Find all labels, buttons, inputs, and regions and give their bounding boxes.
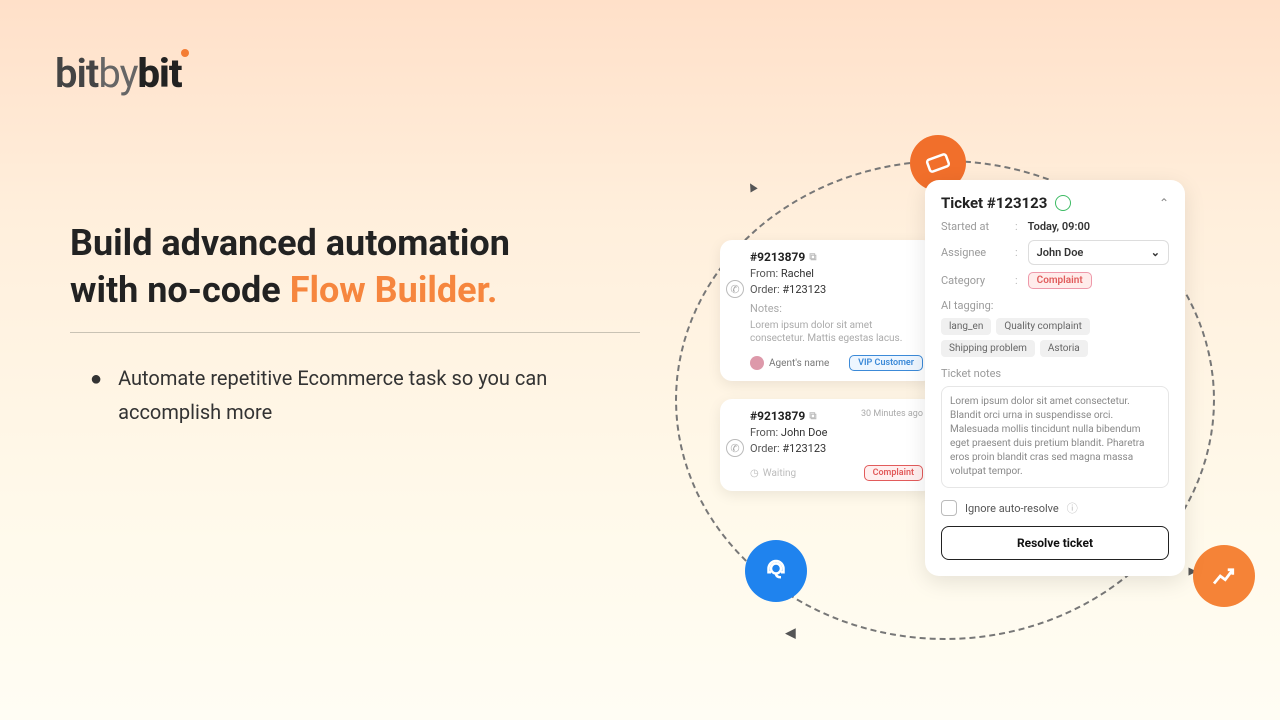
tag[interactable]: Astoria xyxy=(1040,340,1088,357)
hero-bullet: ● Automate repetitive Ecommerce task so … xyxy=(70,361,640,429)
ticket-panel: Ticket #123123 ⌃ Started at:Today, 09:00… xyxy=(925,180,1185,576)
whatsapp-icon: ✆ xyxy=(726,280,744,298)
external-link-icon: ⧉ xyxy=(809,411,816,422)
brand-logo: bitbybit xyxy=(55,50,181,97)
ignore-auto-resolve-checkbox[interactable]: Ignore auto-resolveⓘ xyxy=(941,500,1169,516)
divider xyxy=(70,332,640,333)
chat-card[interactable]: ✆ #9213879⧉ From: Rachel Order: #123123 … xyxy=(720,240,935,381)
timestamp: 30 Minutes ago xyxy=(861,409,923,419)
external-link-icon: ⧉ xyxy=(809,252,816,263)
chevron-down-icon: ⌄ xyxy=(1151,246,1160,259)
growth-icon xyxy=(1193,545,1255,607)
tag[interactable]: Quality complaint xyxy=(996,318,1090,335)
arrow-icon: ▲ xyxy=(742,176,763,198)
resolve-button[interactable]: Resolve ticket xyxy=(941,526,1169,560)
arrow-icon: ▶ xyxy=(785,626,796,642)
collapse-icon[interactable]: ⌃ xyxy=(1159,196,1169,210)
vip-badge: VIP Customer xyxy=(849,355,923,371)
tag[interactable]: Shipping problem xyxy=(941,340,1035,357)
chat-card[interactable]: ✆ 30 Minutes ago #9213879⧉ From: John Do… xyxy=(720,399,935,491)
whatsapp-icon: ✆ xyxy=(726,439,744,457)
smile-icon xyxy=(1055,195,1071,211)
tag[interactable]: lang_en xyxy=(941,318,991,335)
hero-title: Build advanced automation with no-code F… xyxy=(70,220,640,314)
agent-chip: Agent's name xyxy=(750,356,829,370)
category-badge: Complaint xyxy=(1028,272,1092,289)
illustration: ▲ ▲ ▶ ✆ #9213879⧉ From: Rachel Order: #1… xyxy=(665,140,1245,670)
ticket-notes[interactable]: Lorem ipsum dolor sit amet consectetur. … xyxy=(941,386,1169,488)
assignee-select[interactable]: John Doe⌄ xyxy=(1028,240,1169,265)
info-icon: ⓘ xyxy=(1067,500,1078,516)
status-waiting: ◷ Waiting xyxy=(750,468,796,479)
ai-tags: lang_en Quality complaint Shipping probl… xyxy=(941,318,1169,357)
support-icon xyxy=(745,540,807,602)
ticket-title: Ticket #123123 xyxy=(941,194,1159,212)
complaint-badge: Complaint xyxy=(864,465,923,481)
hero-copy: Build advanced automation with no-code F… xyxy=(70,220,640,429)
